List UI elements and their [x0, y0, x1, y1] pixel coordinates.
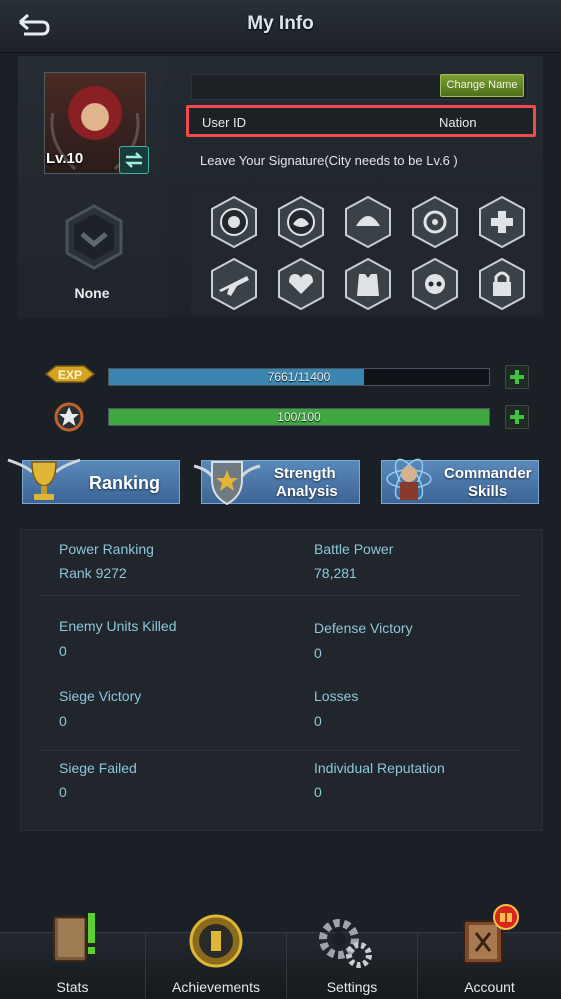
rifle-medal-icon[interactable]	[207, 256, 261, 312]
brain-medal-icon[interactable]	[274, 194, 328, 250]
nav-achievements-label: Achievements	[172, 979, 260, 995]
nav-settings-label: Settings	[326, 979, 378, 995]
nav-account-label: Account	[464, 979, 515, 995]
defense-victory-label: Defense Victory	[314, 620, 413, 636]
exp-value: 7661/11400	[267, 370, 331, 384]
user-id-label: User ID	[202, 115, 247, 130]
stats-divider	[41, 750, 521, 751]
svg-text:EXP: EXP	[58, 368, 82, 382]
defense-victory-value: 0	[314, 645, 322, 661]
page-title: My Info	[247, 13, 314, 34]
signature-text[interactable]: Leave Your Signature(City needs to be Lv…	[200, 153, 458, 168]
power-ranking-label: Power Ranking	[59, 541, 154, 557]
commander-skills-label-line1: Commander	[444, 465, 532, 482]
individual-reputation-label: Individual Reputation	[314, 760, 445, 776]
stamina-bar: 100/100	[108, 408, 490, 426]
nav-stats[interactable]: Stats	[0, 913, 145, 999]
medal-grid	[191, 188, 543, 314]
change-name-button[interactable]: Change Name	[440, 74, 524, 97]
swap-arrows-icon	[125, 152, 143, 168]
nav-account[interactable]: Account	[418, 904, 561, 999]
strength-analysis-label-line1: Strength	[274, 465, 336, 482]
heart-medal-icon[interactable]	[274, 256, 328, 312]
nation-label: Nation	[439, 115, 477, 130]
nav-stats-label: Stats	[56, 979, 89, 995]
plus-icon	[510, 410, 524, 424]
stamina-value: 100/100	[277, 410, 321, 424]
losses-value: 0	[314, 713, 322, 729]
power-ranking-value: Rank 9272	[59, 565, 127, 581]
siege-victory-value: 0	[59, 713, 67, 729]
user-id-row: User ID Nation	[186, 105, 536, 137]
commander-skills-label-line2: Skills	[468, 483, 508, 500]
top-bar: My Info	[0, 0, 561, 53]
shield-wings-icon	[190, 454, 264, 508]
profile-panel: Lv.10 None Change Name User ID Nation Le…	[18, 56, 543, 318]
stats-divider	[41, 595, 521, 596]
enemy-units-killed-value: 0	[59, 643, 67, 659]
losses-label: Losses	[314, 688, 359, 704]
lock-icon[interactable]	[475, 256, 529, 312]
armor-vest-medal-icon[interactable]	[341, 256, 395, 312]
trophy-icon	[6, 452, 82, 506]
bottom-nav: Stats Achievements Settings Account	[0, 904, 561, 999]
account-book-icon	[463, 904, 519, 964]
achievement-medal-icon	[189, 914, 243, 968]
level-label: Lv.10	[46, 150, 84, 167]
nav-achievements[interactable]: Achievements	[146, 914, 286, 999]
stats-panel: Power Ranking Rank 9272 Battle Power 78,…	[20, 529, 543, 831]
rank-badge-icon[interactable]	[64, 204, 124, 270]
profile-left-column: Lv.10 None	[18, 56, 166, 318]
stamina-star-icon	[50, 401, 88, 433]
ranking-label: Ranking	[89, 473, 161, 493]
commander-atom-icon	[383, 452, 435, 506]
add-exp-button[interactable]	[505, 365, 529, 389]
medic-cross-medal-icon[interactable]	[475, 194, 529, 250]
skull-helmet-medal-icon[interactable]	[408, 256, 462, 312]
nav-settings[interactable]: Settings	[287, 919, 417, 999]
exp-icon: EXP	[42, 360, 98, 388]
individual-reputation-value: 0	[314, 784, 322, 800]
change-avatar-button[interactable]	[119, 146, 149, 174]
battle-power-label: Battle Power	[314, 541, 394, 557]
plus-icon	[510, 370, 524, 384]
exp-bar: 7661/11400	[108, 368, 490, 386]
helmet-medal-icon[interactable]	[341, 194, 395, 250]
add-stamina-button[interactable]	[505, 405, 529, 429]
enemy-units-killed-label: Enemy Units Killed	[59, 618, 177, 634]
battle-power-value: 78,281	[314, 565, 357, 581]
cerebrum-medal-icon[interactable]	[207, 194, 261, 250]
rank-title: None	[74, 285, 110, 301]
book-exclamation-icon	[53, 913, 95, 962]
siege-failed-value: 0	[59, 784, 67, 800]
biohazard-medal-icon[interactable]	[408, 194, 462, 250]
gear-icon	[319, 919, 372, 968]
progress-section: EXP 7661/11400 100/100	[0, 346, 561, 436]
strength-analysis-label-line2: Analysis	[276, 483, 338, 500]
siege-victory-label: Siege Victory	[59, 688, 142, 704]
siege-failed-label: Siege Failed	[59, 760, 137, 776]
